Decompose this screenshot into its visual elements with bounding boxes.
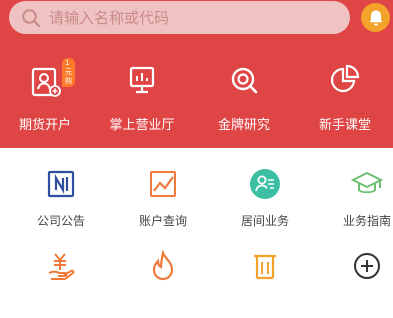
quick-action-mobile-hall[interactable]: 掌上营业厅 <box>97 60 187 140</box>
notice-icon <box>43 166 79 202</box>
notification-button[interactable] <box>361 3 390 32</box>
service-shop[interactable] <box>225 248 305 318</box>
service-finance[interactable] <box>21 248 101 318</box>
service-label: 账户查询 <box>138 214 187 228</box>
monitor-icon <box>122 60 162 100</box>
yuan-hand-icon <box>43 248 79 284</box>
service-label: 居间业务 <box>240 214 289 228</box>
search-bar[interactable] <box>9 1 350 34</box>
broker-icon <box>247 166 283 202</box>
quick-action-label: 金牌研究 <box>217 118 270 133</box>
search-input[interactable] <box>49 8 329 27</box>
service-more[interactable] <box>327 248 393 318</box>
header-banner: 1元购 期货开户 掌上营业厅 金牌研究 <box>0 0 393 148</box>
graduation-cap-icon <box>349 166 385 202</box>
service-broker[interactable]: 居间业务 <box>225 166 305 236</box>
service-label: 公司公告 <box>36 214 85 228</box>
pie-chart-icon <box>325 60 365 100</box>
service-label: 业务指南 <box>342 214 391 228</box>
trend-chart-icon <box>145 166 181 202</box>
shop-icon <box>247 248 283 284</box>
service-guide[interactable]: 业务指南 <box>327 166 393 236</box>
quick-action-beginner[interactable]: 新手课堂 <box>300 60 390 140</box>
quick-action-account-open[interactable]: 1元购 期货开户 <box>0 58 90 140</box>
service-account-query[interactable]: 账户查询 <box>123 166 203 236</box>
add-icon <box>349 248 385 284</box>
bell-icon <box>369 10 382 26</box>
flame-icon <box>145 248 181 284</box>
promo-badge: 1元购 <box>62 58 75 87</box>
service-hot[interactable] <box>123 248 203 318</box>
quick-action-label: 新手课堂 <box>318 118 371 133</box>
quick-action-label: 掌上营业厅 <box>109 118 175 133</box>
service-company-notice[interactable]: 公司公告 <box>21 166 101 236</box>
quick-action-research[interactable]: 金牌研究 <box>199 60 289 140</box>
search-icon <box>22 8 41 27</box>
research-icon <box>224 60 264 100</box>
account-open-icon: 1元购 <box>25 58 75 100</box>
quick-action-label: 期货开户 <box>18 118 71 133</box>
